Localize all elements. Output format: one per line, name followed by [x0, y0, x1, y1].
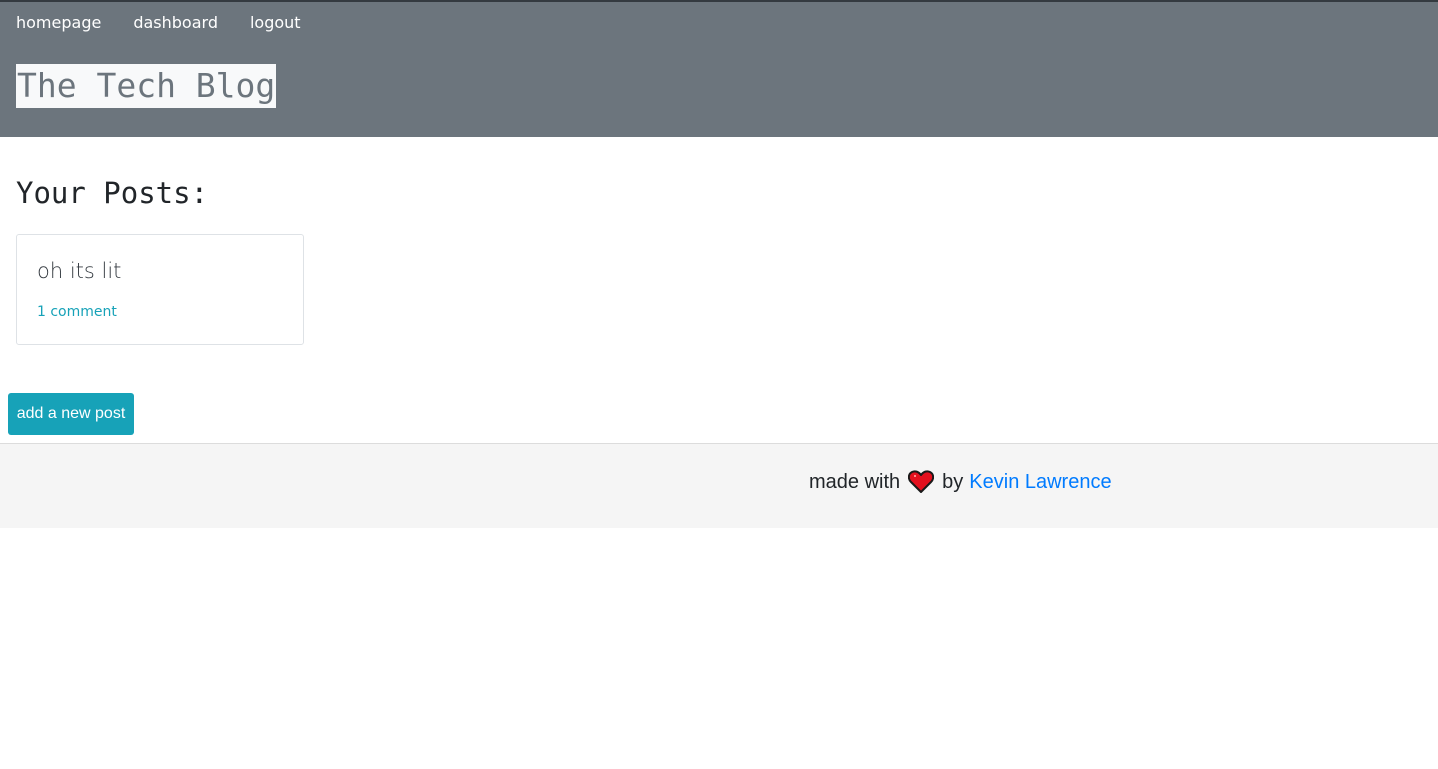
- post-card[interactable]: oh its lit 1 comment: [16, 234, 304, 345]
- author-link[interactable]: Kevin Lawrence: [969, 469, 1111, 495]
- site-title: The Tech Blog: [16, 64, 277, 108]
- post-comments-link[interactable]: 1 comment: [37, 303, 117, 321]
- nav-homepage-link[interactable]: homepage: [16, 13, 101, 33]
- heart-icon: [908, 470, 935, 494]
- post-title[interactable]: oh its lit: [37, 257, 121, 285]
- site-header: homepage dashboard logout The Tech Blog: [0, 0, 1438, 137]
- nav-logout-link[interactable]: logout: [250, 13, 301, 33]
- footer-by: by: [942, 471, 964, 493]
- nav-dashboard-link[interactable]: dashboard: [133, 13, 218, 33]
- footer-made-with: made with: [809, 471, 901, 493]
- your-posts-heading: Your Posts:: [16, 176, 209, 210]
- add-new-post-button[interactable]: add a new post: [8, 393, 134, 435]
- top-nav: homepage dashboard logout: [16, 13, 301, 33]
- site-footer: made with by Kevin Lawrence: [0, 443, 1438, 528]
- footer-credit: made with by Kevin Lawrence: [809, 469, 1112, 495]
